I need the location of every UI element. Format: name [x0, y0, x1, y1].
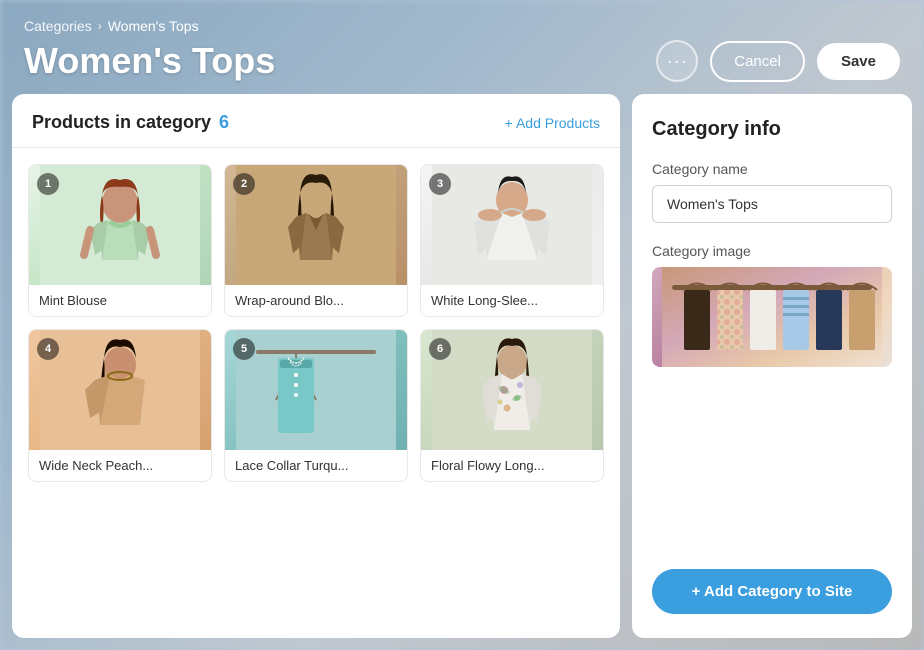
product-image-4: 4: [29, 330, 211, 450]
category-image-group: Category image: [652, 243, 892, 367]
product-name-2: Wrap-around Blo...: [225, 285, 407, 316]
product-name-6: Floral Flowy Long...: [421, 450, 603, 481]
products-panel: Products in category 6 + Add Products 1: [12, 94, 620, 638]
product-number-4: 4: [37, 338, 59, 360]
page-title: Women's Tops: [24, 40, 275, 82]
breadcrumb-current: Women's Tops: [108, 18, 199, 34]
product-card-6[interactable]: 6: [420, 329, 604, 482]
breadcrumb: Categories › Women's Tops: [24, 18, 900, 34]
products-title: Products in category 6: [32, 112, 229, 133]
category-name-label: Category name: [652, 161, 892, 177]
product-image-3: 3: [421, 165, 603, 285]
products-grid: 1: [12, 148, 620, 498]
product-card-2[interactable]: 2: [224, 164, 408, 317]
product-card-3[interactable]: 3: [420, 164, 604, 317]
category-image-label: Category image: [652, 243, 892, 259]
page-container: Categories › Women's Tops Women's Tops ·…: [0, 0, 924, 650]
product-image-2: 2: [225, 165, 407, 285]
header-actions: ··· Cancel Save: [656, 40, 900, 82]
add-category-button[interactable]: + Add Category to Site: [652, 569, 892, 614]
product-image-5: 5: [225, 330, 407, 450]
header-row: Women's Tops ··· Cancel Save: [24, 40, 900, 82]
add-products-link[interactable]: + Add Products: [505, 115, 600, 131]
category-name-input[interactable]: [652, 185, 892, 223]
product-card-5[interactable]: 5: [224, 329, 408, 482]
category-info-title: Category info: [652, 118, 892, 141]
save-button[interactable]: Save: [817, 43, 900, 80]
product-image-1: 1: [29, 165, 211, 285]
product-name-1: Mint Blouse: [29, 285, 211, 316]
products-panel-header: Products in category 6 + Add Products: [12, 94, 620, 148]
category-info-panel: Category info Category name Category ima…: [632, 94, 912, 638]
main-content: Products in category 6 + Add Products 1: [0, 94, 924, 650]
product-name-3: White Long-Slee...: [421, 285, 603, 316]
category-image-preview[interactable]: [652, 267, 892, 367]
product-card-4[interactable]: 4: [28, 329, 212, 482]
product-image-6: 6: [421, 330, 603, 450]
product-name-5: Lace Collar Turqu...: [225, 450, 407, 481]
category-name-group: Category name: [652, 161, 892, 223]
more-options-button[interactable]: ···: [656, 40, 698, 82]
products-count: 6: [219, 112, 229, 133]
product-number-1: 1: [37, 173, 59, 195]
product-number-5: 5: [233, 338, 255, 360]
product-number-6: 6: [429, 338, 451, 360]
page-header: Categories › Women's Tops Women's Tops ·…: [0, 0, 924, 94]
product-card-1[interactable]: 1: [28, 164, 212, 317]
product-name-4: Wide Neck Peach...: [29, 450, 211, 481]
product-number-2: 2: [233, 173, 255, 195]
cancel-button[interactable]: Cancel: [710, 41, 805, 82]
breadcrumb-chevron-icon: ›: [98, 19, 102, 33]
breadcrumb-parent[interactable]: Categories: [24, 18, 92, 34]
product-number-3: 3: [429, 173, 451, 195]
products-title-text: Products in category: [32, 112, 211, 133]
category-image-svg: [652, 267, 892, 367]
